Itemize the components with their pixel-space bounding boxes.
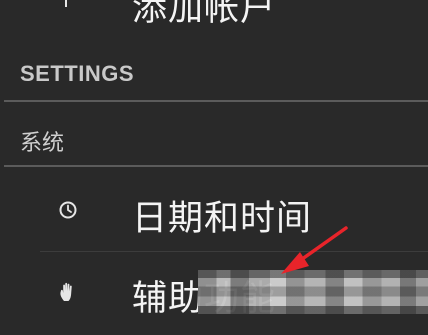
settings-screen: 添加帐户 SETTINGS 系统 日期和时间 辅助功能 bbox=[0, 0, 428, 335]
add-account-row[interactable]: 添加帐户 bbox=[0, 0, 428, 29]
hand-icon bbox=[54, 278, 82, 306]
add-account-label: 添加帐户 bbox=[132, 0, 277, 29]
clock-icon bbox=[54, 196, 82, 224]
redaction-mosaic bbox=[198, 270, 428, 314]
plus-icon bbox=[52, 0, 80, 12]
settings-item-label: 日期和时间 bbox=[132, 199, 313, 239]
section-divider bbox=[4, 100, 428, 102]
settings-item-date-time[interactable]: 日期和时间 bbox=[0, 168, 428, 250]
system-category-label: 系统 bbox=[20, 131, 65, 156]
settings-section-header: SETTINGS bbox=[20, 61, 135, 86]
category-divider bbox=[4, 165, 428, 167]
